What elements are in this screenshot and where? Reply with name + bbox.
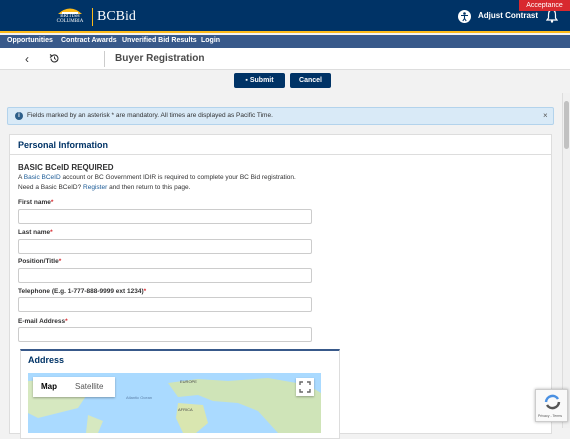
submit-button[interactable]: ▪ Submit <box>234 73 285 88</box>
required-mark: * <box>58 258 62 265</box>
position-title-label-text: Position/Title <box>18 258 59 265</box>
map-label-europe: EUROPE <box>180 379 197 384</box>
recaptcha-icon <box>544 394 561 410</box>
header-divider <box>92 8 93 26</box>
captcha-text: Privacy - Terms <box>538 414 563 418</box>
back-arrow-icon[interactable]: ‹ <box>25 52 29 66</box>
personal-information-card: Personal Information BASIC BCeID REQUIRE… <box>9 134 552 439</box>
nav-login[interactable]: Login <box>201 37 220 44</box>
map-type-tabs: Map Satellite <box>33 377 115 397</box>
brand-name[interactable]: BCBid <box>97 9 136 25</box>
address-map[interactable]: EUROPE AFRICA Atlantic Ocean Map Satelli… <box>28 373 321 433</box>
top-header: BRITISH COLUMBIA BCBid Adjust Contrast A… <box>0 0 570 33</box>
bceid-text-line2: Need a Basic BCeID? Register and then re… <box>18 184 190 191</box>
submit-label: Submit <box>249 77 274 84</box>
info-text: Fields marked by an asterisk * are manda… <box>27 112 273 119</box>
history-icon[interactable] <box>49 53 60 64</box>
email-field[interactable] <box>18 327 312 342</box>
bceid-heading: BASIC BCeID REQUIRED <box>18 163 114 172</box>
telephone-label: Telephone (E.g. 1-777-888-9999 ext 1234)… <box>18 288 146 295</box>
environment-badge: Acceptance <box>519 0 570 11</box>
logo-text: BRITISH COLUMBIA <box>56 14 84 24</box>
cancel-button[interactable]: Cancel <box>290 73 331 88</box>
recaptcha-badge[interactable]: Privacy - Terms <box>535 389 568 422</box>
position-title-label: Position/Title* <box>18 258 61 265</box>
main-nav: Opportunities Contract Awards Unverified… <box>0 35 570 48</box>
close-icon[interactable]: × <box>543 111 548 120</box>
scrollbar-thumb[interactable] <box>564 101 569 149</box>
address-section: Address EUROPE AFRICA Atlantic Ocean Map… <box>20 349 340 439</box>
line2-prefix: Need a Basic BCeID? <box>18 184 84 191</box>
first-name-label-text: First name <box>18 199 51 206</box>
nav-contract-awards[interactable]: Contract Awards <box>61 37 117 44</box>
map-tab-map[interactable]: Map <box>41 382 57 391</box>
bceid-text-line1: A Basic BCeID account or BC Government I… <box>18 174 296 181</box>
first-name-label: First name* <box>18 199 53 206</box>
accessibility-icon[interactable] <box>458 10 471 23</box>
last-name-label: Last name* <box>18 229 53 236</box>
last-name-field[interactable] <box>18 239 312 254</box>
address-title: Address <box>28 355 65 365</box>
map-tab-satellite[interactable]: Satellite <box>75 382 103 391</box>
info-icon: i <box>15 112 23 120</box>
page-scrollbar[interactable] <box>562 93 570 428</box>
card-header: Personal Information <box>10 135 551 155</box>
sub-header: ‹ Buyer Registration <box>0 48 570 70</box>
first-name-field[interactable] <box>18 209 312 224</box>
line1-suffix: account or BC Government IDIR is require… <box>60 174 296 181</box>
telephone-field[interactable] <box>18 297 312 312</box>
last-name-label-text: Last name <box>18 229 51 236</box>
nav-opportunities[interactable]: Opportunities <box>7 37 53 44</box>
nav-unverified-bid-results[interactable]: Unverified Bid Results <box>122 37 197 44</box>
map-label-ocean: Atlantic Ocean <box>126 395 153 400</box>
register-link[interactable]: Register <box>83 184 107 191</box>
info-banner: i Fields marked by an asterisk * are man… <box>7 107 554 125</box>
basic-bceid-link[interactable]: Basic BCeID <box>24 174 61 181</box>
required-mark: * <box>50 199 54 206</box>
fullscreen-icon[interactable] <box>296 378 314 396</box>
telephone-label-text: Telephone (E.g. 1-777-888-9999 ext 1234) <box>18 288 144 295</box>
line2-suffix: and then return to this page. <box>107 184 191 191</box>
bell-icon[interactable] <box>546 9 558 23</box>
subbar-divider <box>104 51 105 67</box>
save-icon: ▪ <box>245 77 248 84</box>
required-mark: * <box>50 229 53 236</box>
email-label-text: E-mail Address <box>18 318 66 325</box>
page-title: Buyer Registration <box>115 53 205 64</box>
adjust-contrast-link[interactable]: Adjust Contrast <box>478 11 538 20</box>
position-title-field[interactable] <box>18 268 312 283</box>
required-mark: * <box>143 288 147 295</box>
section-title: Personal Information <box>18 140 109 150</box>
email-label: E-mail Address* <box>18 318 68 325</box>
map-label-africa: AFRICA <box>178 407 193 412</box>
required-mark: * <box>65 318 68 325</box>
